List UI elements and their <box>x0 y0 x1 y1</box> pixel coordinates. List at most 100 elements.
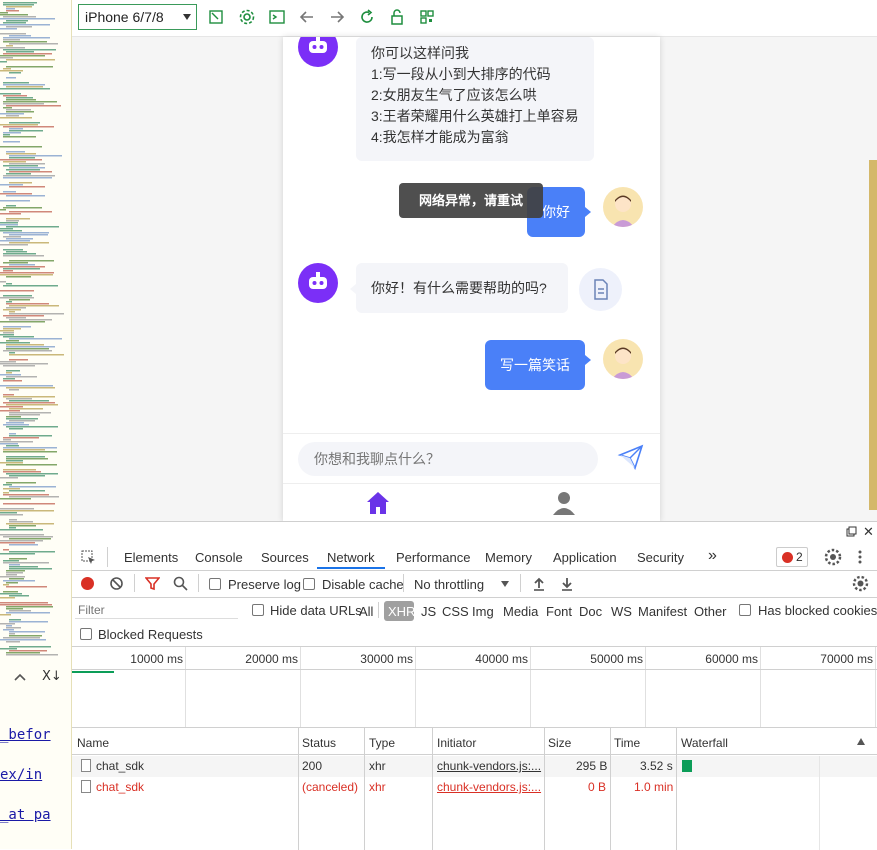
tab-sources[interactable]: Sources <box>261 550 309 565</box>
qrcode-icon[interactable] <box>417 7 437 27</box>
source-link-3[interactable]: _at pa <box>0 807 51 823</box>
type-media[interactable]: Media <box>503 604 538 619</box>
import-har-icon[interactable] <box>532 576 546 591</box>
type-doc[interactable]: Doc <box>579 604 602 619</box>
col-waterfall[interactable]: Waterfall <box>681 736 728 750</box>
source-link-1[interactable]: _befor <box>0 727 51 743</box>
timeline-gridline <box>185 647 186 727</box>
timeline-tick-label: 40000 ms <box>475 652 528 666</box>
tab-performance[interactable]: Performance <box>396 550 470 565</box>
filter-funnel-icon[interactable] <box>144 576 161 591</box>
type-manifest[interactable]: Manifest <box>638 604 687 619</box>
throttling-select[interactable]: No throttling <box>414 577 484 592</box>
undock-icon[interactable] <box>846 526 857 537</box>
type-all[interactable]: All <box>359 604 373 619</box>
has-blocked-cookies-checkbox[interactable] <box>739 604 751 616</box>
source-link-2[interactable]: ex/in <box>0 767 42 783</box>
type-xhr[interactable]: XHR <box>388 604 415 619</box>
table-row[interactable]: chat_sdk 200 xhr chunk-vendors.js:... 29… <box>72 756 877 777</box>
type-other[interactable]: Other <box>694 604 727 619</box>
search-icon[interactable] <box>173 576 188 591</box>
cell-initiator[interactable]: chunk-vendors.js:... <box>437 780 541 794</box>
type-img[interactable]: Img <box>472 604 494 619</box>
type-font[interactable]: Font <box>546 604 572 619</box>
nav-up-icon[interactable] <box>12 669 28 685</box>
type-ws[interactable]: WS <box>611 604 632 619</box>
tab-network[interactable]: Network <box>327 550 375 565</box>
kebab-menu-icon[interactable] <box>857 549 863 565</box>
record-button[interactable] <box>81 577 94 590</box>
more-tabs-icon[interactable]: » <box>708 547 717 565</box>
error-icon <box>782 552 793 563</box>
tab-elements[interactable]: Elements <box>124 550 178 565</box>
overview-timeline[interactable]: 10000 ms 20000 ms 30000 ms 40000 ms 50000 ms… <box>72 647 877 727</box>
timeline-tick-label: 70000 ms <box>820 652 873 666</box>
home-icon[interactable] <box>365 489 391 515</box>
type-css[interactable]: CSS <box>442 604 469 619</box>
timeline-gridline <box>530 647 531 727</box>
terminal-icon[interactable] <box>267 7 287 27</box>
cell-type: xhr <box>369 780 386 794</box>
divider <box>107 547 108 567</box>
scrollbar[interactable] <box>869 160 877 510</box>
device-emulator: iPhone 6/7/8 你可以这样问我 1:写一段从小到大排序的代码 2:女朋… <box>72 0 877 522</box>
column-divider <box>610 728 611 850</box>
active-tab-indicator <box>317 567 385 569</box>
column-divider <box>364 728 365 850</box>
col-initiator[interactable]: Initiator <box>437 736 476 750</box>
error-count: 2 <box>796 550 803 564</box>
col-time[interactable]: Time <box>614 736 640 750</box>
hide-data-urls-label: Hide data URLs <box>270 603 362 618</box>
settings-gear-icon[interactable] <box>824 548 842 566</box>
timeline-activity-bar <box>72 671 114 673</box>
tab-memory[interactable]: Memory <box>485 550 532 565</box>
tab-security[interactable]: Security <box>637 550 684 565</box>
col-type[interactable]: Type <box>369 736 395 750</box>
column-divider <box>298 728 299 850</box>
sort-ascending-icon[interactable] <box>857 738 865 745</box>
profile-icon[interactable] <box>551 489 577 515</box>
col-size[interactable]: Size <box>548 736 571 750</box>
cell-size: 295 B <box>576 759 608 773</box>
hide-data-urls-checkbox[interactable] <box>252 604 264 616</box>
network-settings-icon[interactable] <box>852 575 869 592</box>
disable-cache-checkbox[interactable] <box>303 578 315 590</box>
tab-application[interactable]: Application <box>553 550 617 565</box>
emulator-toolbar: iPhone 6/7/8 <box>72 0 877 37</box>
preserve-log-checkbox[interactable] <box>209 578 221 590</box>
chat-input[interactable] <box>298 442 598 476</box>
bot-reply-bubble: 你好！有什么需要帮助的吗? <box>356 263 568 313</box>
copy-document-icon[interactable] <box>579 268 622 311</box>
preserve-log-label: Preserve log <box>228 577 301 592</box>
nav-close-icon[interactable]: X↓ <box>42 669 62 684</box>
filter-input[interactable] <box>75 601 238 619</box>
error-toast: 网络异常，请重试 <box>399 183 543 218</box>
inspect-icon[interactable] <box>81 550 97 566</box>
type-js[interactable]: JS <box>421 604 436 619</box>
bot-avatar <box>298 263 338 303</box>
export-har-icon[interactable] <box>560 576 574 591</box>
forward-arrow-icon[interactable] <box>327 7 347 27</box>
device-select[interactable]: iPhone 6/7/8 <box>78 4 197 30</box>
rotate-icon[interactable] <box>206 7 226 27</box>
gear-icon[interactable] <box>237 7 257 27</box>
blocked-requests-label: Blocked Requests <box>98 627 203 642</box>
table-row[interactable]: chat_sdk (canceled) xhr chunk-vendors.js… <box>72 777 877 798</box>
back-arrow-icon[interactable] <box>297 7 317 27</box>
clear-icon[interactable] <box>109 576 124 591</box>
error-badge[interactable]: 2 <box>776 547 808 567</box>
blocked-requests-checkbox[interactable] <box>80 628 92 640</box>
send-icon[interactable] <box>617 443 645 471</box>
cell-initiator[interactable]: chunk-vendors.js:... <box>437 759 541 773</box>
tab-console[interactable]: Console <box>195 550 243 565</box>
code-minimap <box>0 2 64 656</box>
waterfall-grid <box>819 756 820 850</box>
bubble-tail <box>585 207 591 217</box>
lock-icon[interactable] <box>387 7 407 27</box>
col-status[interactable]: Status <box>302 736 336 750</box>
refresh-icon[interactable] <box>357 7 377 27</box>
table-header: Name Status Type Initiator Size Time Wat… <box>72 728 877 755</box>
timeline-gridline <box>300 647 301 727</box>
close-icon[interactable]: ✕ <box>863 525 874 540</box>
col-name[interactable]: Name <box>77 736 109 750</box>
